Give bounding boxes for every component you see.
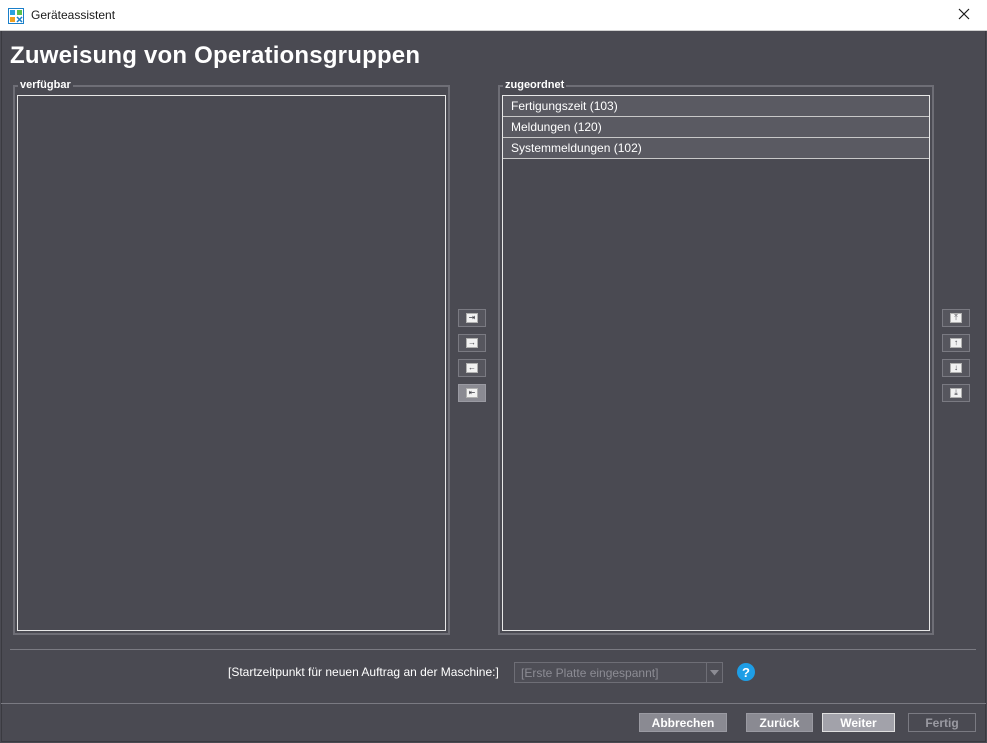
help-icon[interactable]: ? bbox=[737, 663, 755, 681]
list-item[interactable]: Meldungen (120) bbox=[503, 117, 929, 138]
list-item[interactable]: Systemmeldungen (102) bbox=[503, 138, 929, 159]
move-bottom-button[interactable]: ⤓ bbox=[942, 384, 970, 402]
move-top-icon: ⤒ bbox=[950, 313, 962, 323]
window-titlebar: Geräteassistent bbox=[0, 0, 987, 31]
move-top-button[interactable]: ⤒ bbox=[942, 309, 970, 327]
assigned-group-label: zugeordnet bbox=[503, 78, 567, 92]
cancel-button[interactable]: Abbrechen bbox=[639, 713, 727, 732]
chevron-down-icon[interactable] bbox=[706, 663, 722, 682]
next-button[interactable]: Weiter bbox=[822, 713, 895, 732]
arrow-up-icon: ↑ bbox=[950, 338, 962, 348]
move-right-button[interactable]: → bbox=[458, 334, 486, 352]
close-button[interactable] bbox=[941, 0, 987, 31]
separator-top bbox=[10, 649, 976, 650]
close-icon bbox=[958, 7, 970, 25]
available-group: verfügbar bbox=[13, 78, 450, 635]
back-button[interactable]: Zurück bbox=[746, 713, 813, 732]
assigned-list[interactable]: Fertigungszeit (103) Meldungen (120) Sys… bbox=[502, 95, 930, 631]
arrow-left-icon: ← bbox=[466, 363, 478, 373]
move-down-button[interactable]: ↓ bbox=[942, 359, 970, 377]
page-title: Zuweisung von Operationsgruppen bbox=[10, 42, 421, 69]
double-arrow-left-icon: ⇤ bbox=[466, 388, 478, 398]
finish-button[interactable]: Fertig bbox=[908, 713, 976, 732]
available-list[interactable] bbox=[17, 95, 446, 631]
arrow-right-icon: → bbox=[466, 338, 478, 348]
separator-bottom bbox=[1, 703, 986, 704]
available-group-label: verfügbar bbox=[18, 78, 73, 92]
start-time-value: [Erste Platte eingespannt] bbox=[521, 666, 659, 680]
move-all-left-button[interactable]: ⇤ bbox=[458, 384, 486, 402]
start-time-label: [Startzeitpunkt für neuen Auftrag an der… bbox=[228, 665, 499, 679]
move-left-button[interactable]: ← bbox=[458, 359, 486, 377]
window-title: Geräteassistent bbox=[31, 8, 116, 22]
move-up-button[interactable]: ↑ bbox=[942, 334, 970, 352]
assigned-group: zugeordnet Fertigungszeit (103) Meldunge… bbox=[498, 78, 934, 635]
move-all-right-button[interactable]: ⇥ bbox=[458, 309, 486, 327]
arrow-down-icon: ↓ bbox=[950, 363, 962, 373]
app-logo-icon bbox=[8, 8, 24, 24]
move-bottom-icon: ⤓ bbox=[950, 388, 962, 398]
double-arrow-right-icon: ⇥ bbox=[466, 313, 478, 323]
list-item[interactable]: Fertigungszeit (103) bbox=[503, 96, 929, 117]
start-time-select[interactable]: [Erste Platte eingespannt] bbox=[514, 662, 723, 683]
